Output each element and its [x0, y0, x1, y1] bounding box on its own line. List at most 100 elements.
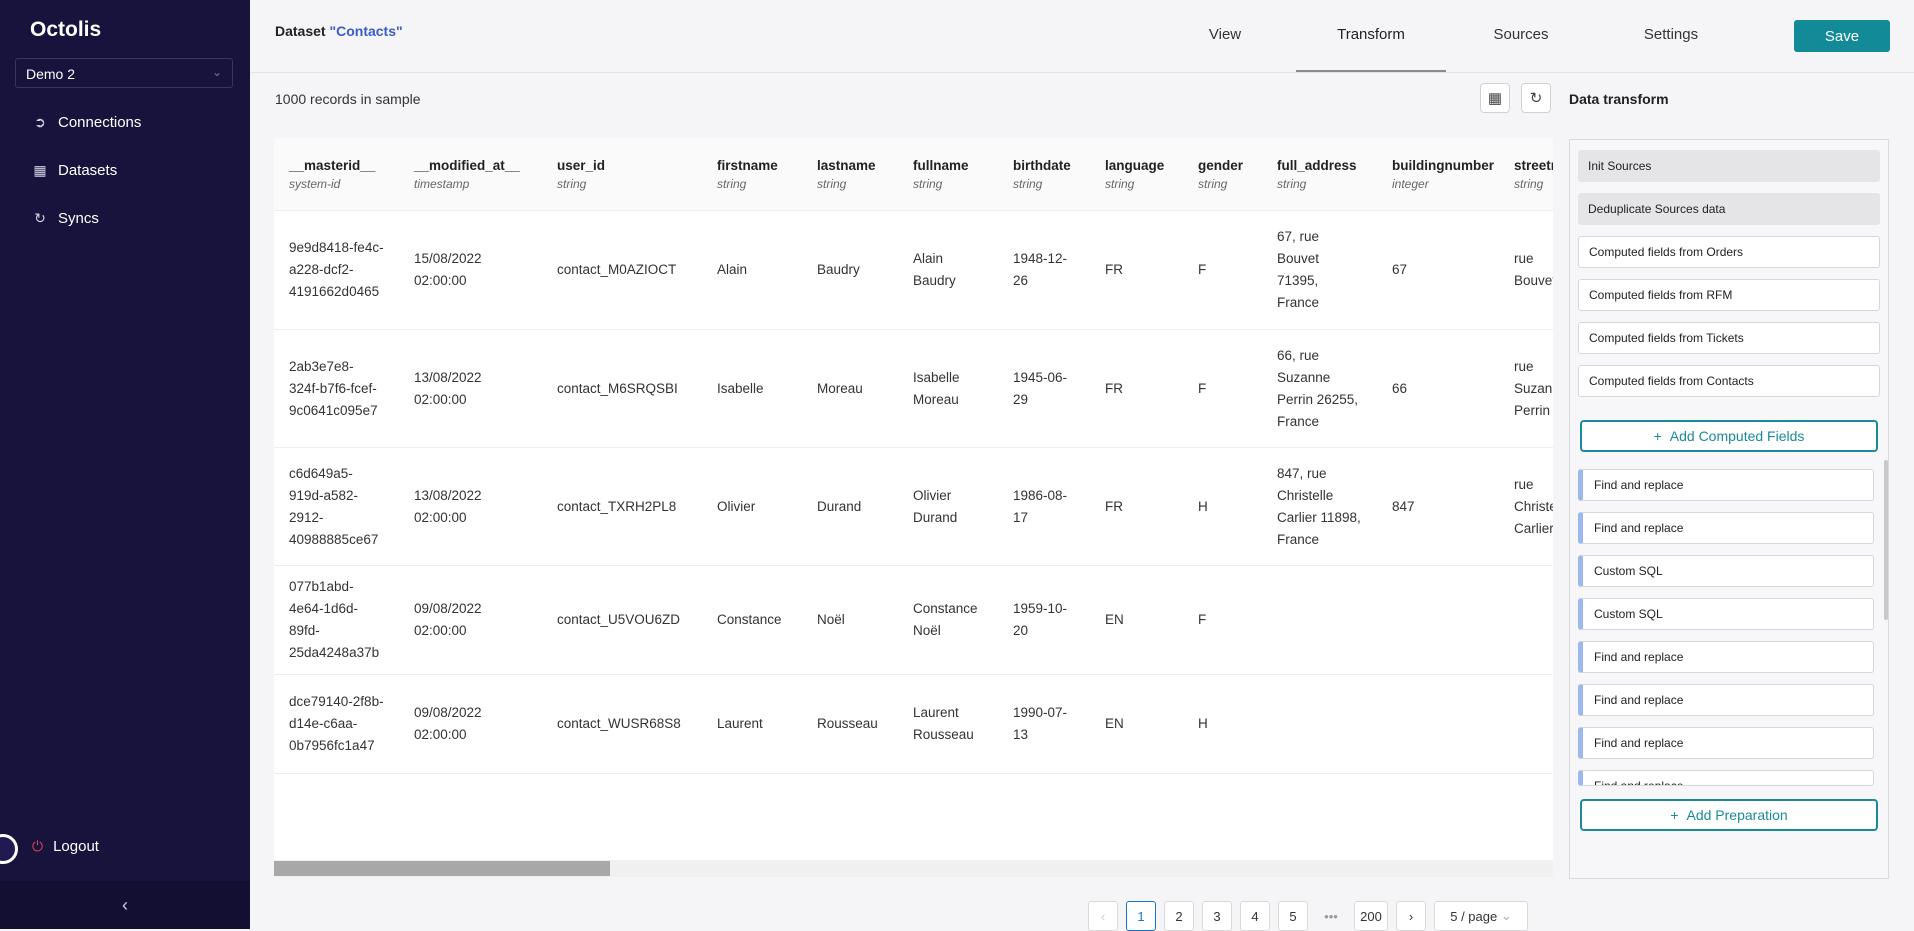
sidebar-item-connections[interactable]: ➲ Connections	[32, 114, 141, 131]
column-header-buildingnumber[interactable]: buildingnumber integer	[1377, 138, 1499, 211]
refresh-icon: ↻	[1529, 90, 1543, 107]
cell-language: EN	[1090, 674, 1183, 774]
column-header-lastname[interactable]: lastname string	[802, 138, 898, 211]
column-header-language[interactable]: language string	[1090, 138, 1183, 211]
project-select[interactable]: Demo 2 ⌄	[15, 58, 233, 88]
cell-birthdate: 1986-08-17	[998, 447, 1090, 566]
step-prep-3[interactable]: Custom SQL	[1578, 555, 1874, 587]
horizontal-scrollbar[interactable]	[274, 860, 1553, 877]
active-tab-indicator	[1296, 70, 1446, 72]
add-preparation-label: Add Preparation	[1686, 807, 1788, 823]
table-row[interactable]: c6d649a5-919d-a582-2912-40988885ce67 13/0…	[274, 447, 1553, 566]
cell-firstname: Alain	[702, 210, 802, 330]
avatar[interactable]	[0, 834, 18, 864]
sidebar-item-syncs[interactable]: ↻ Syncs	[32, 210, 99, 227]
cell-firstname: Olivier	[702, 447, 802, 566]
pagination-ellipsis[interactable]: •••	[1316, 901, 1346, 931]
add-preparation-button[interactable]: + Add Preparation	[1580, 799, 1878, 831]
dataset-prefix: Dataset	[275, 23, 330, 39]
column-type: string	[717, 176, 747, 191]
tab-settings[interactable]: Settings	[1640, 26, 1702, 43]
cell-streetname: rue Christelle Carlier	[1499, 447, 1553, 566]
tab-view[interactable]: View	[1205, 26, 1245, 43]
table-row[interactable]: 077b1abd-4e64-1d6d-89fd-25da4248a37b 09/0…	[274, 565, 1553, 675]
tab-transform[interactable]: Transform	[1296, 26, 1446, 43]
column-type: string	[913, 176, 943, 191]
cell-modified-at: 09/08/2022 02:00:00	[399, 565, 542, 675]
cell-modified-at: 13/08/2022 02:00:00	[399, 447, 542, 566]
column-header-full-address[interactable]: full_address string	[1262, 138, 1377, 211]
cell-fullname: Olivier Durand	[898, 447, 998, 566]
collapse-sidebar-button[interactable]: ‹	[0, 881, 250, 929]
cell-fullname: Laurent Rousseau	[898, 674, 998, 774]
page-4-button[interactable]: 4	[1240, 901, 1270, 931]
page-5-button[interactable]: 5	[1278, 901, 1308, 931]
datasets-icon: ▦	[33, 162, 47, 178]
step-prep-7[interactable]: Find and replace	[1578, 727, 1874, 759]
page-3-button[interactable]: 3	[1202, 901, 1232, 931]
save-button[interactable]: Save	[1794, 20, 1890, 52]
cell-streetname	[1499, 674, 1553, 774]
cell-lastname: Noël	[802, 565, 898, 675]
column-type: integer	[1392, 176, 1429, 191]
step-prep-4[interactable]: Custom SQL	[1578, 598, 1874, 630]
cell-modified-at: 09/08/2022 02:00:00	[399, 674, 542, 774]
column-header-birthdate[interactable]: birthdate string	[998, 138, 1090, 211]
column-header-gender[interactable]: gender string	[1183, 138, 1262, 211]
cell-user-id: contact_TXRH2PL8	[542, 447, 702, 566]
column-type: string	[1277, 176, 1307, 191]
column-header-firstname[interactable]: firstname string	[702, 138, 802, 211]
step-computed-tickets[interactable]: Computed fields from Tickets	[1578, 322, 1880, 354]
column-header-modified-at[interactable]: __modified_at__ timestamp	[399, 138, 542, 211]
page-size-select[interactable]: 5 / page ⌄	[1434, 901, 1528, 931]
cell-user-id: contact_U5VOU6ZD	[542, 565, 702, 675]
step-prep-2[interactable]: Find and replace	[1578, 512, 1874, 544]
connections-icon: ➲	[34, 114, 46, 130]
page-last-button[interactable]: 200	[1354, 901, 1388, 931]
column-header-masterid[interactable]: __masterid__ system-id	[274, 138, 399, 211]
scrollbar-thumb[interactable]	[274, 861, 610, 876]
step-computed-rfm[interactable]: Computed fields from RFM	[1578, 279, 1880, 311]
refresh-button[interactable]: ↻	[1521, 83, 1551, 113]
transform-panel: Init Sources Deduplicate Sources data Co…	[1569, 139, 1889, 879]
next-page-button[interactable]: ›	[1396, 901, 1426, 931]
columns-button[interactable]: ▦	[1480, 83, 1510, 113]
column-type: string	[1105, 176, 1135, 191]
data-table[interactable]: __masterid__ system-id __modified_at__ time…	[274, 138, 1553, 860]
cell-buildingnumber: 847	[1377, 447, 1499, 566]
column-header-fullname[interactable]: fullname string	[898, 138, 998, 211]
sidebar-item-datasets[interactable]: ▦ Datasets	[32, 162, 117, 179]
add-computed-fields-button[interactable]: + Add Computed Fields	[1580, 420, 1878, 452]
step-computed-orders[interactable]: Computed fields from Orders	[1578, 236, 1880, 268]
table-row[interactable]: 9e9d8418-fe4c-a228-dcf2-4191662d0465 15/0…	[274, 210, 1553, 330]
plus-icon: +	[1653, 428, 1662, 444]
app-logo[interactable]: Octolis	[30, 18, 101, 42]
column-header-user-id[interactable]: user_id string	[542, 138, 702, 211]
cell-firstname: Constance	[702, 565, 802, 675]
step-computed-contacts[interactable]: Computed fields from Contacts	[1578, 365, 1880, 397]
cell-masterid: 9e9d8418-fe4c-a228-dcf2-4191662d0465	[274, 210, 399, 330]
tab-sources[interactable]: Sources	[1490, 26, 1552, 43]
column-type: string	[1013, 176, 1043, 191]
step-deduplicate[interactable]: Deduplicate Sources data	[1578, 193, 1880, 225]
column-header-streetname[interactable]: streetname string	[1499, 138, 1553, 211]
cell-modified-at: 13/08/2022 02:00:00	[399, 329, 542, 448]
cell-gender: F	[1183, 329, 1262, 448]
table-row[interactable]: dce79140-2f8b-d14e-c6aa-0b7956fc1a47 09/0…	[274, 674, 1553, 774]
cell-streetname	[1499, 565, 1553, 675]
table-row[interactable]: 2ab3e7e8-324f-b7f6-fcef-9c0641c095e7 13/0…	[274, 329, 1553, 448]
step-prep-5[interactable]: Find and replace	[1578, 641, 1874, 673]
step-prep-8[interactable]: Find and replace	[1578, 770, 1874, 786]
cell-lastname: Durand	[802, 447, 898, 566]
prev-page-button[interactable]: ‹	[1088, 901, 1118, 931]
step-prep-1[interactable]: Find and replace	[1578, 469, 1874, 501]
cell-firstname: Laurent	[702, 674, 802, 774]
plus-icon: +	[1670, 807, 1679, 823]
panel-scrollbar[interactable]	[1884, 460, 1888, 620]
logout-button[interactable]: ⏻ Logout	[32, 838, 99, 855]
page-1-button[interactable]: 1	[1126, 901, 1156, 931]
step-init-sources[interactable]: Init Sources	[1578, 150, 1880, 182]
column-name: firstname	[717, 157, 778, 173]
step-prep-6[interactable]: Find and replace	[1578, 684, 1874, 716]
page-2-button[interactable]: 2	[1164, 901, 1194, 931]
